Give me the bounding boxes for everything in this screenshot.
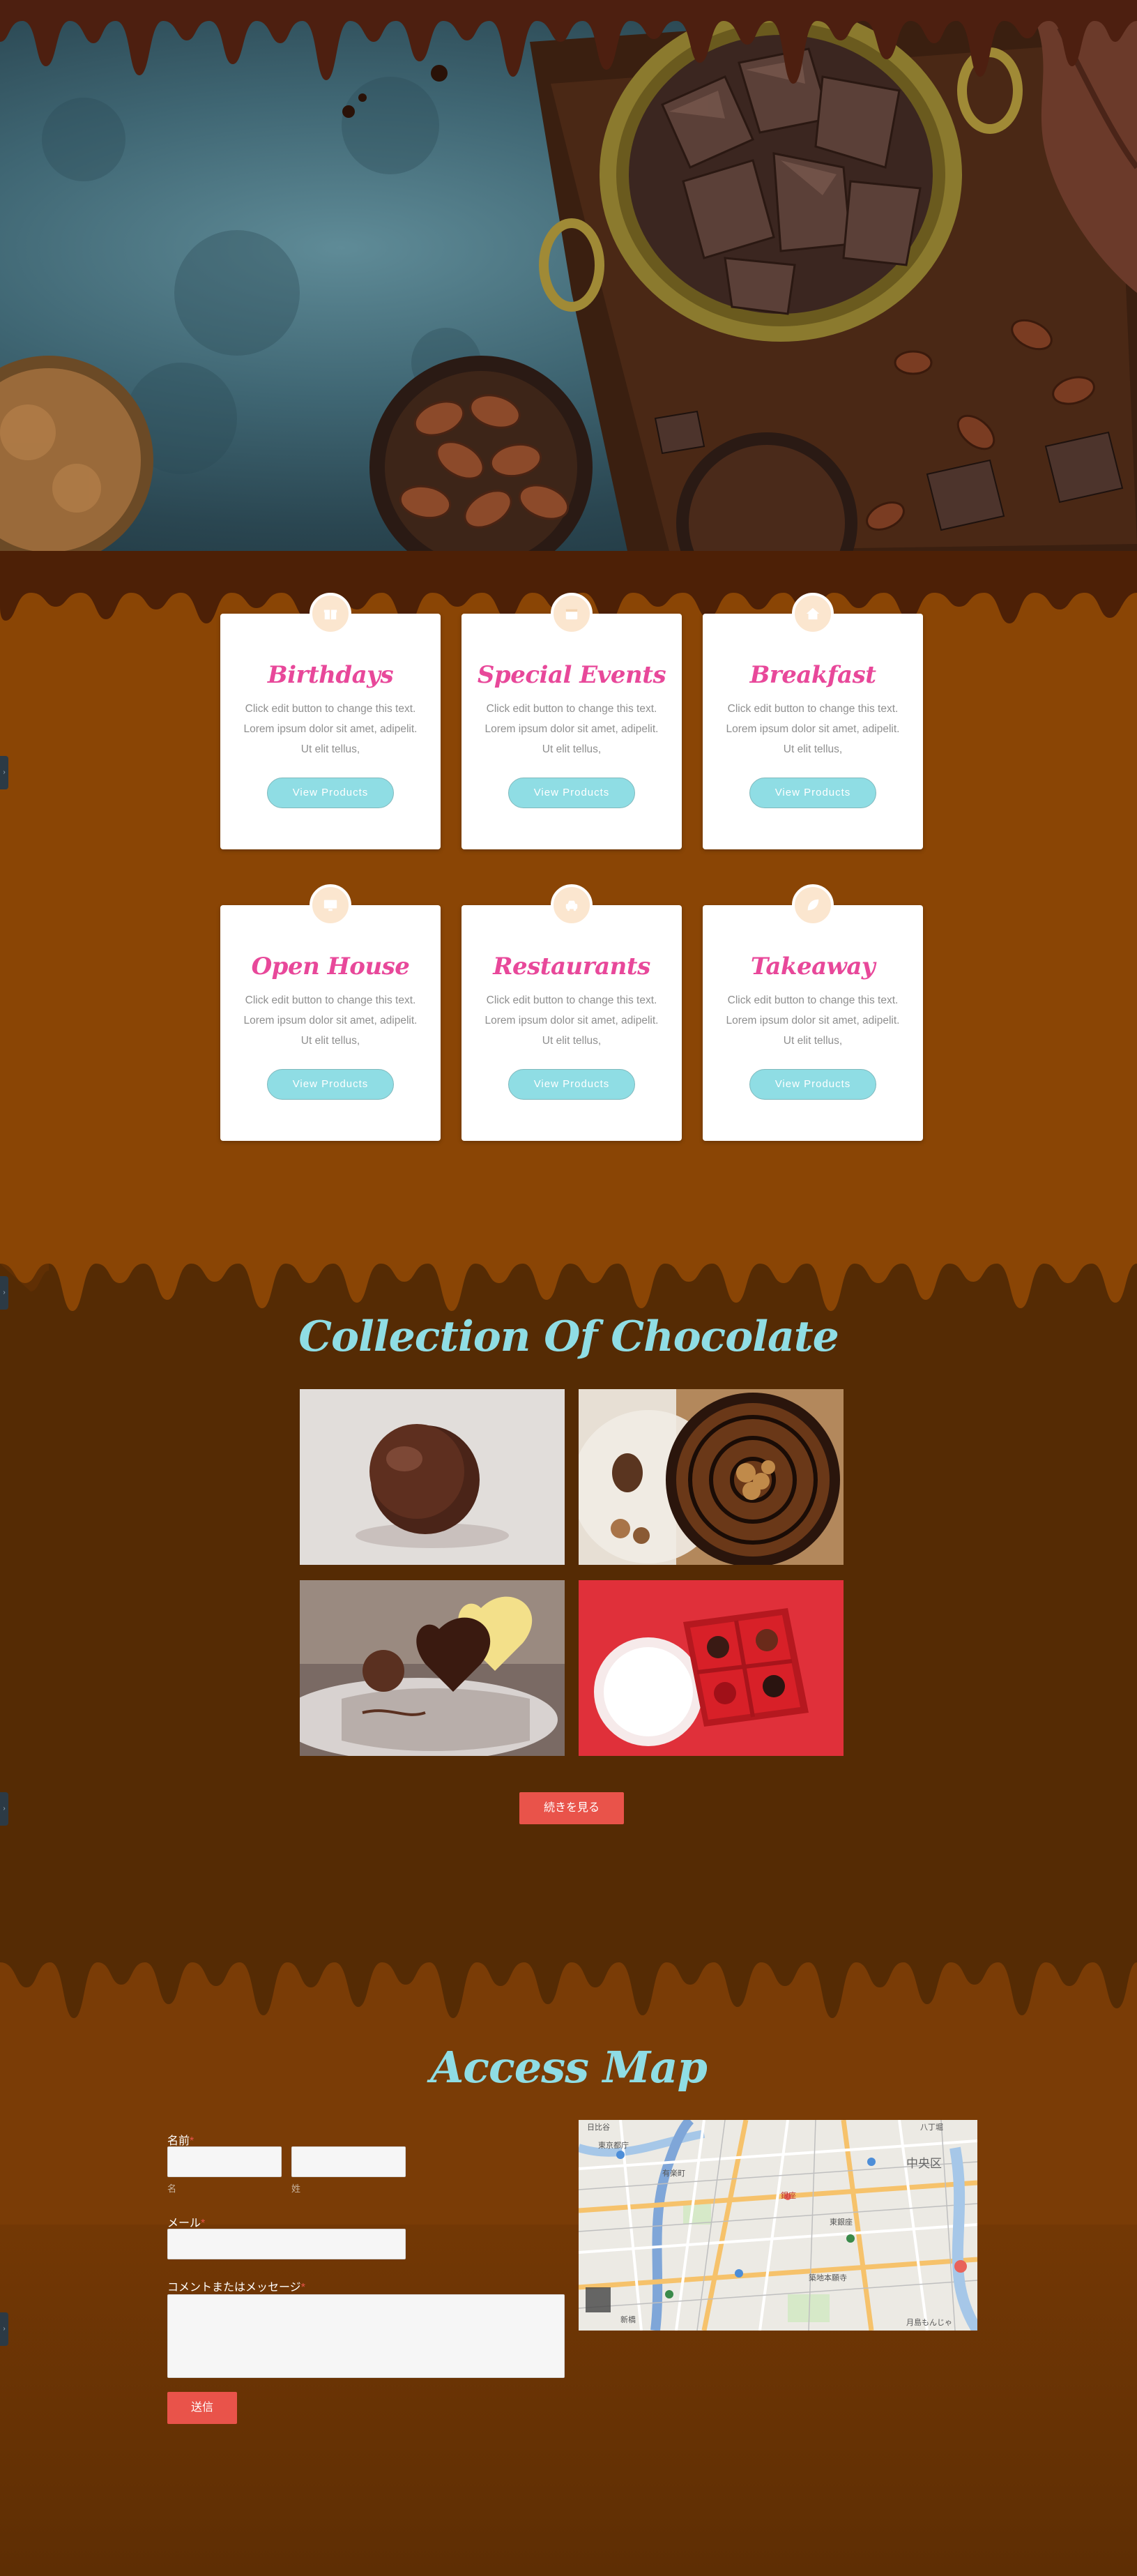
- card-title: Takeaway: [750, 953, 876, 980]
- gift-icon: [323, 609, 337, 620]
- card-title: Breakfast: [749, 661, 876, 689]
- name-label: 名前*: [167, 2135, 194, 2147]
- map-label: 日比谷: [587, 2123, 610, 2132]
- card-text: Click edit button to change this text. L…: [243, 703, 418, 755]
- home-icon: [806, 607, 820, 620]
- service-card-special-events: Special Events Click edit button to chan…: [461, 593, 682, 849]
- leaf-icon: [807, 899, 819, 911]
- first-name-sublabel: 名: [167, 2183, 177, 2194]
- required-mark: *: [190, 2135, 194, 2147]
- service-card-takeaway: Takeaway Click edit button to change thi…: [703, 884, 923, 1141]
- google-map[interactable]: 日比谷 銀座 東京都庁 築地本願寺 新橋 東銀座 有楽町 八丁堀 中央区 月島も…: [579, 2120, 977, 2331]
- card-text: Click edit button to change this text. L…: [243, 994, 418, 1047]
- message-textarea[interactable]: [167, 2294, 565, 2378]
- card-badge: [310, 593, 351, 635]
- map-thumbnail[interactable]: [586, 2287, 611, 2312]
- collection-photo-1[interactable]: [300, 1389, 565, 1565]
- chocolate-walnut-tart-photo: [579, 1389, 844, 1565]
- card-badge: [792, 884, 834, 926]
- red-chocolate-box-photo: [579, 1580, 844, 1756]
- side-panel-toggle[interactable]: ›: [0, 1792, 8, 1826]
- required-mark: *: [300, 2282, 305, 2294]
- access-section: Access Map 名前* 名 姓 メール* コメントまたはメッセージ* 送信: [0, 1918, 1137, 2576]
- submit-button[interactable]: 送信: [167, 2392, 237, 2424]
- hero-chocolate-photo: [0, 0, 1137, 551]
- view-products-button[interactable]: View Products: [267, 778, 394, 808]
- card-text: Click edit button to change this text. L…: [726, 703, 900, 755]
- collection-title: Collection Of Chocolate: [298, 1312, 839, 1361]
- service-card-birthdays: Birthdays Click edit button to change th…: [220, 593, 441, 849]
- view-products-button[interactable]: View Products: [508, 778, 635, 808]
- hero-banner: [0, 0, 1137, 551]
- see-more-button[interactable]: 続きを見る: [519, 1792, 624, 1824]
- card-text: Click edit button to change this text. L…: [726, 994, 900, 1047]
- map-label: 築地本願寺: [809, 2273, 847, 2282]
- calendar-icon: [565, 609, 578, 620]
- collection-photo-4[interactable]: [579, 1580, 844, 1756]
- chocolate-drip-border: [0, 1213, 1137, 1311]
- card-text: Click edit button to change this text. L…: [484, 994, 659, 1047]
- map-label: 八丁堀: [920, 2123, 943, 2132]
- map-label: 東銀座: [830, 2217, 853, 2227]
- view-products-button[interactable]: View Products: [267, 1069, 394, 1100]
- view-products-button[interactable]: View Products: [749, 1069, 876, 1100]
- first-name-input[interactable]: [167, 2146, 282, 2177]
- last-name-input[interactable]: [291, 2146, 406, 2177]
- card-title: Birthdays: [267, 661, 394, 689]
- card-badge: [551, 884, 593, 926]
- heart-chocolates-cake-photo: [300, 1580, 565, 1756]
- monitor-icon: [323, 900, 337, 911]
- email-input[interactable]: [167, 2229, 406, 2259]
- side-panel-toggle[interactable]: ›: [0, 2312, 8, 2346]
- collection-section: Collection Of Chocolate 続きを見る: [0, 1213, 1137, 1918]
- card-title: Open House: [251, 953, 410, 980]
- map-label: 東京都庁: [598, 2140, 629, 2150]
- card-title: Restaurants: [493, 953, 650, 980]
- service-card-restaurants: Restaurants Click edit button to change …: [461, 884, 682, 1141]
- services-section: Birthdays Click edit button to change th…: [0, 551, 1137, 1227]
- car-icon: [565, 900, 578, 911]
- card-title: Special Events: [477, 661, 666, 689]
- side-panel-toggle[interactable]: ›: [0, 756, 8, 789]
- message-label: コメントまたはメッセージ*: [167, 2282, 305, 2294]
- map-label: 銀座: [781, 2190, 796, 2200]
- access-title: Access Map: [430, 2042, 708, 2093]
- map-label: 新橋: [620, 2314, 636, 2324]
- card-badge: [551, 593, 593, 635]
- map-label: 月島もんじゃ: [906, 2317, 952, 2327]
- map-tiles: 日比谷 銀座 東京都庁 築地本願寺 新橋 東銀座 有楽町 八丁堀 中央区 月島も…: [579, 2120, 977, 2331]
- card-badge: [792, 593, 834, 635]
- map-district-label: 中央区: [906, 2157, 942, 2170]
- service-card-open-house: Open House Click edit button to change t…: [220, 884, 441, 1141]
- last-name-sublabel: 姓: [291, 2183, 301, 2194]
- collection-photo-3[interactable]: [300, 1580, 565, 1756]
- side-panel-toggle[interactable]: ›: [0, 1276, 8, 1310]
- service-card-breakfast: Breakfast Click edit button to change th…: [703, 593, 923, 849]
- card-badge: [310, 884, 351, 926]
- chocolate-truffle-photo: [300, 1389, 565, 1565]
- card-text: Click edit button to change this text. L…: [484, 703, 659, 755]
- view-products-button[interactable]: View Products: [749, 778, 876, 808]
- collection-photo-2[interactable]: [579, 1389, 844, 1565]
- chocolate-drip-border: [0, 1918, 1137, 2018]
- map-label: 有楽町: [662, 2168, 685, 2178]
- required-mark: *: [201, 2218, 206, 2229]
- view-products-button[interactable]: View Products: [508, 1069, 635, 1100]
- email-label: メール*: [167, 2218, 206, 2229]
